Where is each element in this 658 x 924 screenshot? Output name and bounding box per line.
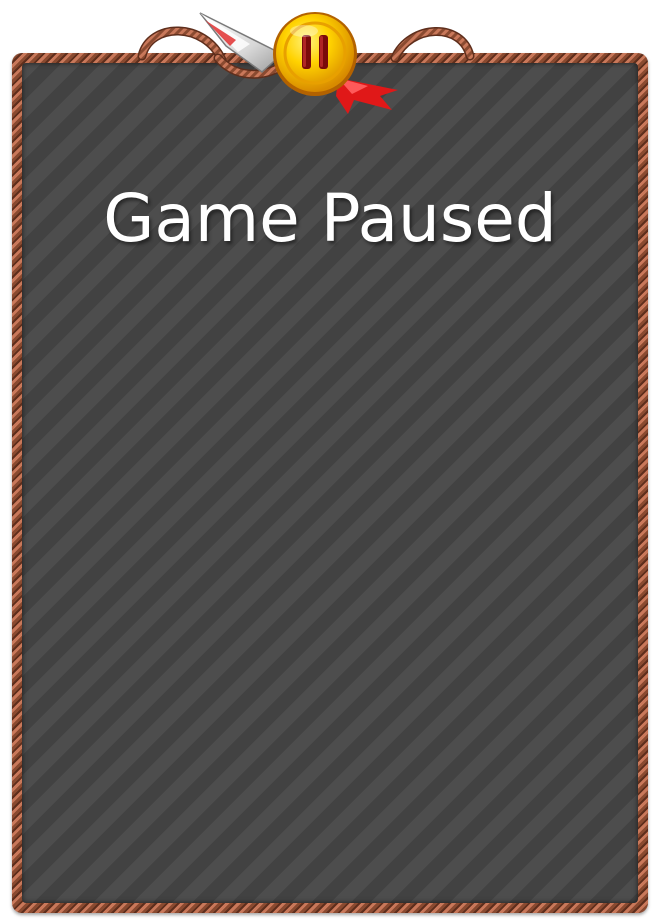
slate-panel: Game Paused (22, 63, 638, 903)
game-paused-title: Game Paused (103, 180, 557, 257)
pause-button[interactable] (272, 11, 358, 97)
pause-icon (273, 12, 357, 96)
rope-frame: Game Paused (12, 53, 648, 913)
pause-screen: Game Paused (0, 0, 658, 924)
